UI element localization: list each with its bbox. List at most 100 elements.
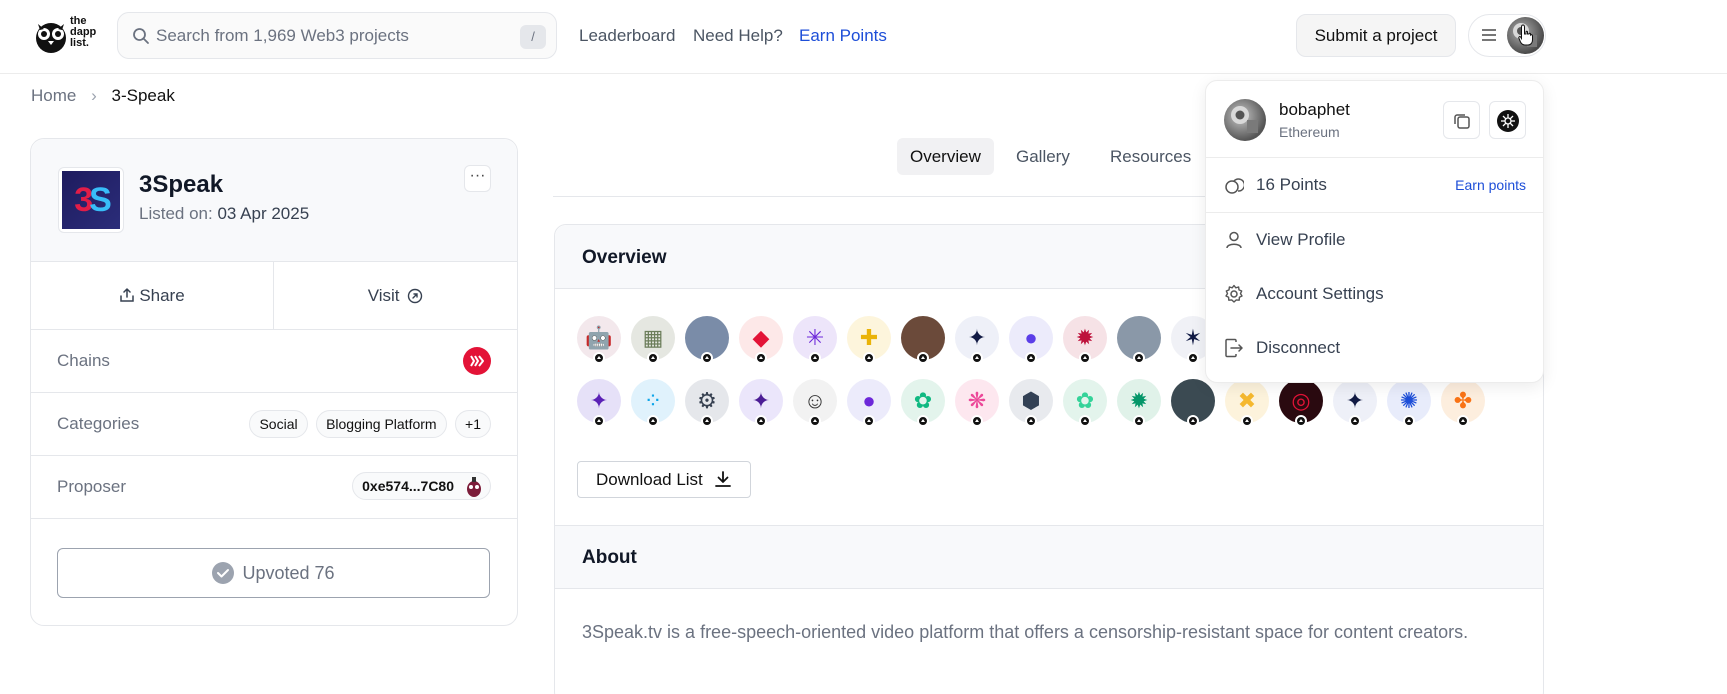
photo-avatar[interactable] [685,316,729,364]
project-actions: Share Visit [31,262,517,330]
listed-on-label: Listed on: [139,204,213,223]
violet-circle-avatar[interactable]: ● [847,379,891,427]
upvote-badge-icon [809,352,821,364]
crimson-badge-avatar[interactable]: ✹ [1063,316,1107,364]
upvote-badge-icon [863,352,875,364]
upvote-badge-icon [755,415,767,427]
orange-flower-avatar[interactable]: ✤ [1441,379,1485,427]
disconnect-label: Disconnect [1256,338,1341,357]
violet-sparkle-avatar[interactable]: ✦ [577,379,621,427]
about-title: About [582,547,637,568]
dapp-list-logo[interactable]: the dapp list. [34,16,104,56]
categories-label: Categories [57,414,140,433]
gear-icon [1225,284,1243,303]
blue-dots-avatar[interactable]: ⁘ [631,379,675,427]
robot-avatar[interactable]: 🤖 [577,316,621,364]
dropdown-username: bobaphet [1279,100,1350,119]
purple-burst-avatar[interactable]: ✳ [793,316,837,364]
upvote-badge-icon [755,352,767,364]
hive-icon[interactable] [463,347,491,375]
chains-label: Chains [57,351,110,370]
upvote-badge-icon [1079,352,1091,364]
dropdown-chain: Ethereum [1279,124,1340,140]
breadcrumb-home[interactable]: Home [31,86,76,105]
copy-address-button[interactable] [1443,101,1480,139]
more-options-button[interactable]: ··· [464,165,491,192]
download-list-label: Download List [596,470,703,489]
tab-gallery[interactable]: Gallery [1003,138,1083,175]
submit-project-button[interactable]: Submit a project [1296,14,1456,57]
upvoted-button[interactable]: Upvoted 76 [57,548,490,598]
tab-overview[interactable]: Overview [897,138,994,175]
bee-avatar[interactable] [1117,316,1161,364]
breadcrumb: Home › 3-Speak [31,86,175,106]
account-settings-label: Account Settings [1256,284,1384,303]
nav-need-help[interactable]: Need Help? [693,26,783,46]
proposer-label: Proposer [57,477,126,496]
network-button[interactable] [1489,101,1526,139]
chains-row: Chains [31,330,517,393]
account-menu-button[interactable] [1468,14,1546,57]
search-bar[interactable]: / [117,12,557,59]
blue-sun-avatar[interactable]: ✺ [1387,379,1431,427]
upvote-badge-icon [1403,415,1415,427]
tab-resources[interactable]: Resources [1097,138,1204,175]
gear-dark-avatar[interactable]: ⚙ [685,379,729,427]
proposer-chip[interactable]: 0xe574...7C80 [348,472,491,500]
about-text: 3Speak.tv is a free-speech-oriented vide… [582,622,1469,642]
upvote-badge-icon [1133,415,1145,427]
person-photo-avatar[interactable] [1171,379,1215,427]
yellow-cross-avatar[interactable]: ✚ [847,316,891,364]
listed-on-date: 03 Apr 2025 [217,204,310,223]
nav-leaderboard[interactable]: Leaderboard [579,26,675,46]
red-ring-avatar[interactable]: ◎ [1279,379,1323,427]
face-avatar[interactable] [901,316,945,364]
upvote-badge-icon [701,415,713,427]
proposer-address[interactable]: 0xe574...7C80 [352,472,491,500]
teal-gear-avatar[interactable]: ✿ [901,379,945,427]
indigo-sparkle-avatar[interactable]: ✦ [739,379,783,427]
download-list-button[interactable]: Download List [577,461,751,498]
upvote-badge-icon [971,352,983,364]
project-name: 3Speak [139,171,224,198]
proposer-address-text: 0xe574...7C80 [362,478,454,494]
upvote-badge-icon [593,352,605,364]
project-card-header: 3S 3Speak Listed on: 03 Apr 2025 ··· [31,139,517,262]
upvote-badge-icon [1349,415,1361,427]
sketch-face-avatar[interactable]: ☺ [793,379,837,427]
upvote-badge-icon [1457,415,1469,427]
category-chip-more[interactable]: +1 [455,410,491,438]
mint-gear-avatar[interactable]: ✿ [1063,379,1107,427]
slate-blob-avatar[interactable]: ⬢ [1009,379,1053,427]
yellow-x-avatar[interactable]: ✖ [1225,379,1269,427]
navy-star-avatar[interactable]: ✦ [955,316,999,364]
category-chip-blogging[interactable]: Blogging Platform [316,410,447,438]
dropdown-divider [1206,157,1543,158]
share-label: Share [139,286,185,305]
green-badge-avatar[interactable]: ✹ [1117,379,1161,427]
upvote-badge-icon [1187,352,1199,364]
earn-points-link[interactable]: Earn points [1455,177,1526,193]
upvote-badge-icon [917,415,929,427]
green-squares-avatar[interactable]: ▦ [631,316,675,364]
view-profile-label: View Profile [1256,230,1346,249]
upvote-badge-icon [701,352,713,364]
download-icon [715,471,731,487]
upvote-badge-icon [1133,352,1145,364]
proposer-avatar-icon [467,477,481,497]
share-icon [120,288,135,302]
navy-sparkle-avatar[interactable]: ✦ [1333,379,1377,427]
hive-avatar[interactable]: ◆ [739,316,783,364]
category-chip-social[interactable]: Social [249,410,308,438]
hamburger-icon [1482,29,1496,41]
search-input[interactable] [156,21,496,51]
categories-row: Categories Social Blogging Platform +1 [31,393,517,456]
purple-circle-avatar[interactable]: ● [1009,316,1053,364]
pink-flower-avatar[interactable]: ❋ [955,379,999,427]
upvote-badge-icon [647,352,659,364]
nav-earn-points[interactable]: Earn Points [799,26,887,46]
account-dropdown: bobaphet Ethereum 16 Points Earn points [1205,80,1544,383]
visit-button[interactable]: Visit [274,262,517,330]
share-button[interactable]: Share [31,262,274,330]
breadcrumb-current: 3-Speak [111,86,175,105]
